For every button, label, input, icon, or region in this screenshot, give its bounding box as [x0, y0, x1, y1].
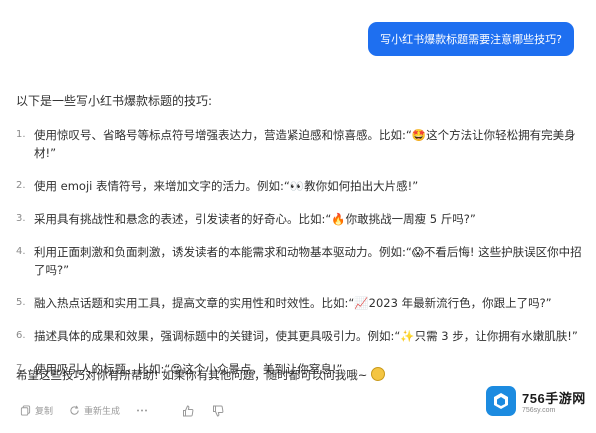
tips-list: 1. 使用惊叹号、省略号等标点符号增强表达力，营造紧迫感和惊喜感。比如:“🤩这个… [16, 126, 582, 393]
regenerate-button[interactable]: 重新生成 [69, 404, 120, 417]
copy-icon [20, 405, 31, 416]
answer-intro: 以下是一些写小红书爆款标题的技巧: [16, 94, 213, 108]
list-item-text: 利用正面刺激和负面刺激，诱发读者的本能需求和动物基本驱动力。例如:“😱不看后悔!… [34, 245, 582, 277]
watermark-logo-icon [486, 386, 516, 416]
list-item-number: 3. [16, 213, 26, 224]
list-item-number: 4. [16, 246, 26, 257]
list-item: 1. 使用惊叹号、省略号等标点符号增强表达力，营造紧迫感和惊喜感。比如:“🤩这个… [16, 126, 582, 162]
thumbs-down-button[interactable] [212, 405, 224, 417]
smiling-face-icon [371, 367, 386, 381]
more-button[interactable] [136, 405, 148, 416]
site-watermark: 756手游网 756sy.com [486, 383, 586, 419]
list-item-text: 融入热点话题和实用工具，提高文章的实用性和时效性。比如:“📈2023 年最新流行… [34, 296, 552, 310]
list-item: 6. 描述具体的成果和效果，强调标题中的关键词，使其更具吸引力。例如:“✨只需 … [16, 327, 582, 345]
list-item-text: 使用 emoji 表情符号，来增加文字的活力。例如:“👀教你如何拍出大片感!” [34, 179, 419, 193]
list-item: 5. 融入热点话题和实用工具，提高文章的实用性和时效性。比如:“📈2023 年最… [16, 294, 582, 312]
list-item-text: 描述具体的成果和效果，强调标题中的关键词，使其更具吸引力。例如:“✨只需 3 步… [34, 329, 578, 343]
list-item-text: 使用惊叹号、省略号等标点符号增强表达力，营造紧迫感和惊喜感。比如:“🤩这个方法让… [34, 128, 576, 160]
watermark-subtitle: 756sy.com [522, 407, 556, 414]
closing-text: 希望这些技巧对你有所帮助! 如果你有其他问题，随时都可以问我哦~ [16, 368, 368, 382]
user-question-text: 写小红书爆款标题需要注意哪些技巧? [380, 33, 562, 46]
list-item: 4. 利用正面刺激和负面刺激，诱发读者的本能需求和动物基本驱动力。例如:“😱不看… [16, 243, 582, 279]
user-question-bubble: 写小红书爆款标题需要注意哪些技巧? [368, 22, 574, 56]
list-item: 2. 使用 emoji 表情符号，来增加文字的活力。例如:“👀教你如何拍出大片感… [16, 177, 582, 195]
regenerate-label: 重新生成 [84, 407, 121, 417]
list-item-number: 6. [16, 330, 26, 341]
list-item-number: 5. [16, 297, 26, 308]
list-item-number: 2. [16, 180, 26, 191]
thumbs-up-icon [183, 404, 194, 416]
message-actions: 复制 重新生成 [20, 404, 242, 417]
watermark-title: 756手游网 [522, 391, 586, 406]
thumbs-down-icon [213, 405, 224, 417]
more-dots-icon [137, 409, 148, 412]
copy-button[interactable]: 复制 [20, 404, 53, 417]
answer-closing: 希望这些技巧对你有所帮助! 如果你有其他问题，随时都可以问我哦~ [16, 366, 386, 384]
list-item-number: 1. [16, 129, 26, 140]
copy-label: 复制 [35, 407, 54, 417]
list-item-text: 采用具有挑战性和悬念的表述，引发读者的好奇心。比如:“🔥你敢挑战一周瘦 5 斤吗… [34, 212, 476, 226]
list-item: 3. 采用具有挑战性和悬念的表述，引发读者的好奇心。比如:“🔥你敢挑战一周瘦 5… [16, 210, 582, 228]
thumbs-up-button[interactable] [182, 404, 194, 417]
refresh-icon [70, 405, 79, 415]
